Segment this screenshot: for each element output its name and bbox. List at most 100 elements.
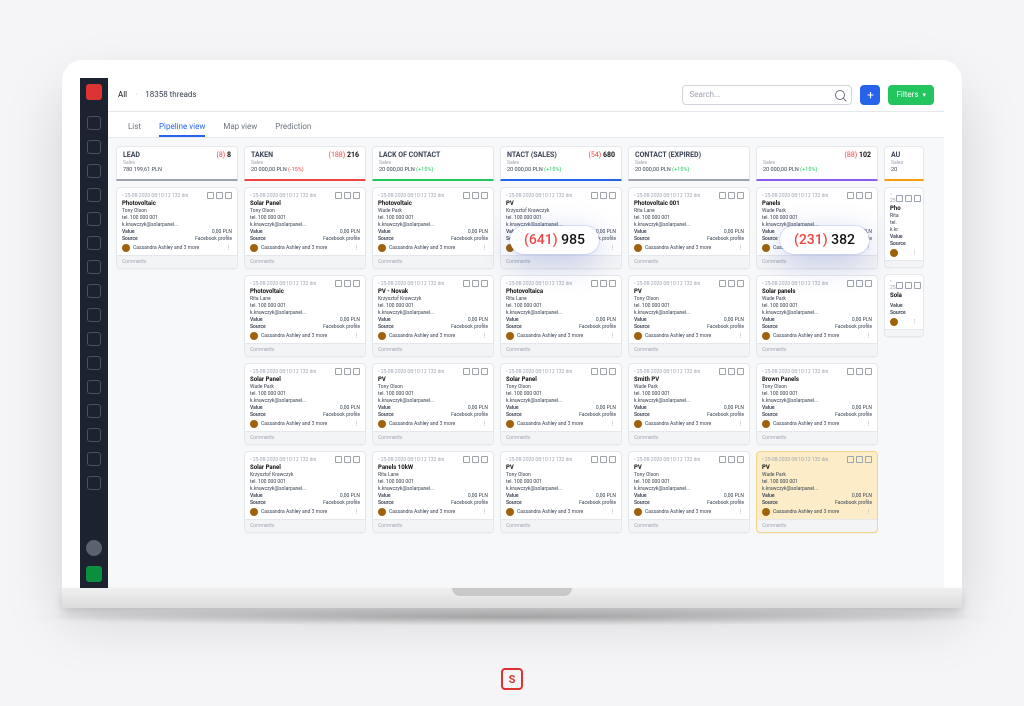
sidebar-nav-icon[interactable] (87, 188, 101, 202)
kanban-card[interactable]: • 25-08-2020 08:10:12 132 dni Panels 10k… (372, 451, 494, 533)
more-icon[interactable]: ⋮ (610, 509, 616, 515)
sidebar-nav-icon[interactable] (87, 380, 101, 394)
more-icon[interactable]: ⋮ (354, 509, 360, 515)
more-icon[interactable]: ⋮ (866, 509, 872, 515)
user-avatar-icon[interactable] (86, 540, 102, 556)
filters-button[interactable]: Filters (888, 85, 934, 105)
column-header[interactable]: LACK OF CONTACT Sales 20 000,00 PLN (+15… (372, 146, 494, 181)
card-comments[interactable]: Comments (629, 255, 749, 268)
tab-list[interactable]: List (128, 122, 141, 137)
tab-prediction[interactable]: Prediction (275, 122, 311, 137)
card-comments[interactable] (885, 260, 923, 267)
sidebar-nav-icon[interactable] (87, 428, 101, 442)
app-logo-icon[interactable] (86, 84, 102, 100)
card-comments[interactable]: Comments (629, 343, 749, 356)
sidebar-nav-icon[interactable] (87, 164, 101, 178)
card-comments[interactable]: Comments (373, 519, 493, 532)
sidebar-nav-icon[interactable] (87, 140, 101, 154)
more-icon[interactable]: ⋮ (610, 333, 616, 339)
column-header[interactable]: LEAD (8) 8 Sales 780 199,61 PLN (116, 146, 238, 181)
more-icon[interactable]: ⋮ (482, 333, 488, 339)
card-comments[interactable]: Comments (757, 343, 877, 356)
card-comments[interactable] (885, 329, 923, 336)
card-comments[interactable]: Comments (373, 255, 493, 268)
sidebar-nav-icon[interactable] (87, 284, 101, 298)
kanban-card[interactable]: • 25-08-2020 08:10:12 132 dni Solar Pane… (244, 363, 366, 445)
sidebar-nav-icon[interactable] (87, 356, 101, 370)
more-icon[interactable]: ⋮ (482, 245, 488, 251)
more-icon[interactable]: ⋮ (866, 421, 872, 427)
card-comments[interactable]: Comments (501, 343, 621, 356)
kanban-card[interactable]: • 25-08-2020 08:10:12 132 dni Solar Pane… (244, 451, 366, 533)
column-header[interactable]: CONTACT (EXPIRED) Sales 20 000,00 PLN (+… (628, 146, 750, 181)
kanban-card[interactable]: • 25-08-2020 08:10:12 132 dni Photovolta… (372, 187, 494, 269)
more-icon[interactable]: ⋮ (482, 509, 488, 515)
sidebar-nav-icon[interactable] (87, 308, 101, 322)
card-comments[interactable]: Comments (757, 431, 877, 444)
kanban-card[interactable]: • 25-08-2020 08:10:12 132 dni Photovolta… (116, 187, 238, 269)
more-icon[interactable]: ⋮ (354, 245, 360, 251)
card-comments[interactable]: Comments (757, 255, 877, 268)
card-comments[interactable]: Comments (245, 343, 365, 356)
card-comments[interactable]: Comments (245, 519, 365, 532)
tab-pipeline[interactable]: Pipeline view (159, 122, 205, 137)
more-icon[interactable]: ⋮ (738, 509, 744, 515)
more-icon[interactable]: ⋮ (610, 421, 616, 427)
kanban-card[interactable]: • 25-08-2020 08:10:12 132 dni Brown Pane… (756, 363, 878, 445)
more-icon[interactable]: ⋮ (866, 333, 872, 339)
card-comments[interactable]: Comments (373, 343, 493, 356)
card-comments[interactable]: Comments (373, 431, 493, 444)
kanban-card[interactable]: • 25-08-2020 08:10:12 132 dni PV Tony Ol… (500, 451, 622, 533)
kanban-card[interactable]: • 25-08-2020 08:10:12 132 dni Photovolta… (628, 187, 750, 269)
more-icon[interactable]: ⋮ (738, 333, 744, 339)
card-comments[interactable]: Comments (629, 431, 749, 444)
tab-map[interactable]: Map view (223, 122, 257, 137)
more-icon[interactable]: ⋮ (610, 245, 616, 251)
kanban-card[interactable]: • 25-08-2020 08:10:12 132 dni Photovolta… (244, 275, 366, 357)
more-icon[interactable]: ⋮ (738, 421, 744, 427)
kanban-card[interactable]: • 25 Pho Rita tel. k.kr Value Source ⋮ (884, 187, 924, 268)
more-icon[interactable]: ⋮ (482, 421, 488, 427)
card-comments[interactable]: Comments (245, 431, 365, 444)
card-comments[interactable]: Comments (757, 519, 877, 532)
more-icon[interactable]: ⋮ (738, 245, 744, 251)
kanban-card[interactable]: • 25-08-2020 08:10:12 132 dni PV Tony Ol… (372, 363, 494, 445)
column-header[interactable]: NTACT (SALES) (54) 680 Sales 20 000,00 P… (500, 146, 622, 181)
more-icon[interactable]: ⋮ (226, 245, 232, 251)
sidebar-nav-icon[interactable] (87, 476, 101, 490)
sidebar-nav-icon[interactable] (87, 452, 101, 466)
sidebar-help-icon[interactable] (86, 566, 102, 582)
sidebar-nav-icon[interactable] (87, 404, 101, 418)
sidebar-nav-icon[interactable] (87, 116, 101, 130)
more-icon[interactable]: ⋮ (354, 333, 360, 339)
kanban-card[interactable]: • 25-08-2020 08:10:12 132 dni PV - Novak… (372, 275, 494, 357)
more-icon[interactable]: ⋮ (912, 250, 918, 256)
search-input[interactable]: Search... (682, 85, 852, 105)
sidebar-nav-icon[interactable] (87, 332, 101, 346)
kanban-card[interactable]: • 25-08-2020 08:10:12 132 dni PV Tony Ol… (628, 275, 750, 357)
breadcrumb-root[interactable]: All (118, 90, 127, 99)
column-header[interactable]: TAKEN (188) 216 Sales 20 000,00 PLN (-15… (244, 146, 366, 181)
card-comments[interactable]: Comments (245, 255, 365, 268)
sidebar-nav-icon[interactable] (87, 260, 101, 274)
kanban-card[interactable]: • 25-08-2020 08:10:12 132 dni PV Tony Ol… (628, 451, 750, 533)
more-icon[interactable]: ⋮ (912, 319, 918, 325)
sidebar-nav-icon[interactable] (87, 236, 101, 250)
card-comments[interactable]: Comments (501, 519, 621, 532)
sidebar-nav-icon[interactable] (87, 212, 101, 226)
kanban-card[interactable]: • 25-08-2020 08:10:12 132 dni Photovolta… (500, 275, 622, 357)
column-header[interactable]: (88) 102 Sales 20 000,00 PLN (+15%) (756, 146, 878, 181)
card-comments[interactable]: Comments (501, 255, 621, 268)
kanban-card[interactable]: • 25-08-2020 08:10:12 132 dni Solar Pane… (500, 363, 622, 445)
kanban-card[interactable]: • 25-08-2020 08:10:12 132 dni Solar Pane… (244, 187, 366, 269)
card-comments[interactable]: Comments (629, 519, 749, 532)
kanban-card[interactable]: • 25-08-2020 08:10:12 132 dni Solar pane… (756, 275, 878, 357)
kanban-card[interactable]: • 25-08-2020 08:10:12 132 dni PV Wade Pa… (756, 451, 878, 533)
card-comments[interactable]: Comments (501, 431, 621, 444)
card-comments[interactable]: Comments (117, 255, 237, 268)
add-button[interactable]: + (860, 85, 880, 105)
kanban-card[interactable]: • 25-08-2020 08:10:12 132 dni Smith PV W… (628, 363, 750, 445)
more-icon[interactable]: ⋮ (354, 421, 360, 427)
column-header[interactable]: AU Sales 20 (884, 146, 924, 181)
kanban-card[interactable]: • 25 Sola Value Source ⋮ (884, 274, 924, 337)
